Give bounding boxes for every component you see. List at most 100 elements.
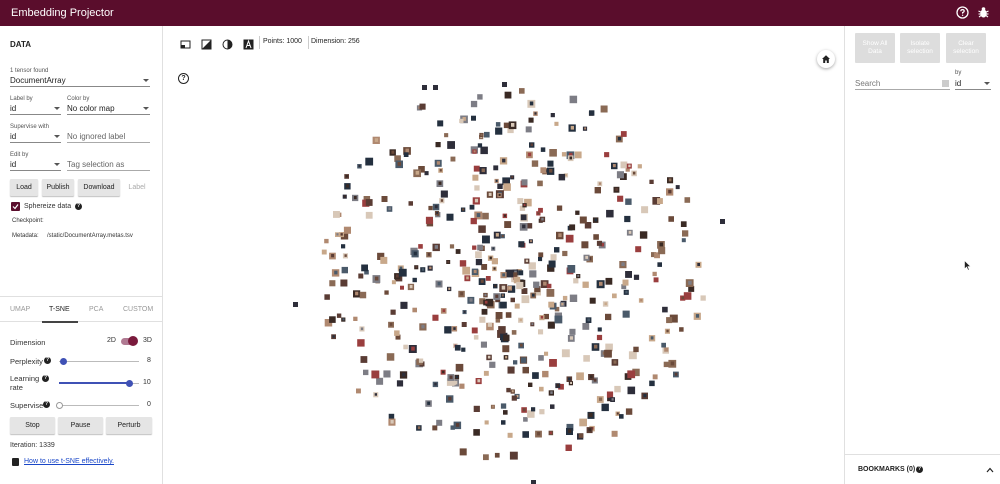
data-point[interactable] [578, 433, 584, 438]
data-point-thumbnail[interactable] [484, 131, 490, 138]
data-point[interactable] [649, 380, 655, 387]
data-point[interactable] [459, 118, 464, 124]
data-point[interactable] [391, 280, 396, 285]
data-point-thumbnail[interactable] [601, 403, 609, 412]
data-point-thumbnail[interactable] [528, 262, 536, 270]
data-point[interactable] [440, 308, 447, 314]
data-point[interactable] [483, 454, 489, 461]
data-point[interactable] [478, 278, 486, 285]
data-point[interactable] [449, 244, 455, 249]
data-point[interactable] [567, 265, 576, 273]
data-point[interactable] [479, 132, 484, 138]
data-point[interactable] [526, 151, 533, 159]
data-point-thumbnail[interactable] [473, 165, 480, 172]
data-point-thumbnail[interactable] [625, 198, 632, 205]
data-point[interactable] [469, 204, 475, 210]
data-point[interactable] [400, 285, 404, 290]
data-point-thumbnail[interactable] [517, 198, 524, 205]
data-point[interactable] [403, 344, 408, 350]
data-point[interactable] [597, 327, 602, 332]
data-point-thumbnail[interactable] [403, 344, 408, 350]
data-point-thumbnail[interactable] [384, 290, 389, 295]
data-point-thumbnail[interactable] [637, 164, 642, 169]
data-point[interactable] [518, 241, 525, 248]
data-point-thumbnail[interactable] [565, 234, 574, 243]
data-point-thumbnail[interactable] [547, 321, 555, 329]
data-point[interactable] [605, 277, 613, 285]
data-point[interactable] [434, 159, 442, 167]
data-point[interactable] [596, 240, 602, 246]
data-point-thumbnail[interactable] [482, 212, 489, 220]
data-point-thumbnail[interactable] [548, 260, 556, 268]
data-point-thumbnail[interactable] [428, 205, 433, 211]
data-point-thumbnail[interactable] [473, 405, 480, 412]
data-point[interactable] [505, 312, 512, 318]
label-by-select[interactable]: id [10, 103, 61, 115]
data-point[interactable] [591, 343, 600, 351]
data-point[interactable] [548, 390, 554, 396]
data-point[interactable] [380, 256, 388, 264]
data-point-thumbnail[interactable] [546, 283, 552, 289]
data-point[interactable] [583, 254, 590, 261]
data-point-thumbnail[interactable] [547, 160, 554, 167]
supervise-with-select[interactable]: id [10, 131, 61, 143]
data-point[interactable] [600, 105, 608, 113]
data-point[interactable] [555, 383, 561, 389]
data-point[interactable] [477, 244, 483, 251]
data-point-thumbnail[interactable] [657, 262, 662, 267]
data-point[interactable] [639, 231, 648, 239]
data-point-thumbnail[interactable] [664, 347, 669, 352]
data-point[interactable] [637, 164, 642, 169]
data-point-thumbnail[interactable] [502, 345, 510, 353]
data-point[interactable] [664, 328, 670, 334]
data-point-thumbnail[interactable] [641, 206, 649, 214]
data-point[interactable] [611, 359, 619, 366]
data-point-thumbnail[interactable] [554, 121, 559, 126]
data-point-thumbnail[interactable] [471, 327, 478, 334]
data-point-thumbnail[interactable] [521, 295, 530, 304]
data-point[interactable] [567, 335, 575, 342]
data-point[interactable] [434, 211, 440, 216]
data-point[interactable] [606, 209, 614, 218]
tsne-help-link[interactable]: How to use t-SNE effectively. [24, 458, 114, 465]
data-point[interactable] [681, 238, 686, 243]
data-point-thumbnail[interactable] [606, 209, 614, 218]
data-point[interactable] [597, 181, 603, 187]
data-point-thumbnail[interactable] [485, 276, 491, 281]
data-point-thumbnail[interactable] [620, 161, 628, 169]
data-point-thumbnail[interactable] [353, 316, 358, 321]
data-point[interactable] [538, 207, 543, 213]
data-point-thumbnail[interactable] [652, 374, 658, 380]
data-point[interactable] [477, 94, 483, 100]
data-point[interactable] [482, 212, 489, 220]
data-point[interactable] [540, 147, 546, 152]
data-point[interactable] [383, 370, 391, 378]
data-point-thumbnail[interactable] [502, 82, 507, 87]
data-point-thumbnail[interactable] [627, 370, 636, 379]
data-point[interactable] [482, 235, 490, 244]
data-point-thumbnail[interactable] [507, 366, 515, 374]
data-point[interactable] [386, 353, 395, 361]
data-point[interactable] [613, 186, 620, 193]
data-point-thumbnail[interactable] [365, 157, 374, 166]
data-point-thumbnail[interactable] [582, 323, 590, 330]
data-point[interactable] [635, 246, 642, 253]
data-point[interactable] [550, 254, 557, 261]
data-point[interactable] [528, 239, 533, 244]
data-point[interactable] [583, 355, 590, 362]
dimension-toggle-knob[interactable] [128, 336, 138, 346]
data-point-thumbnail[interactable] [620, 131, 627, 137]
data-point[interactable] [432, 381, 439, 388]
data-point[interactable] [682, 230, 689, 237]
data-point[interactable] [546, 289, 555, 297]
data-point[interactable] [493, 283, 498, 289]
data-point-thumbnail[interactable] [625, 408, 633, 415]
data-point[interactable] [604, 152, 610, 158]
data-point-thumbnail[interactable] [324, 294, 330, 300]
data-point-thumbnail[interactable] [600, 105, 608, 113]
data-point-thumbnail[interactable] [329, 316, 336, 323]
data-point-thumbnail[interactable] [720, 219, 725, 224]
data-point[interactable] [527, 410, 535, 418]
data-point[interactable] [507, 432, 513, 438]
data-point[interactable] [344, 174, 349, 179]
